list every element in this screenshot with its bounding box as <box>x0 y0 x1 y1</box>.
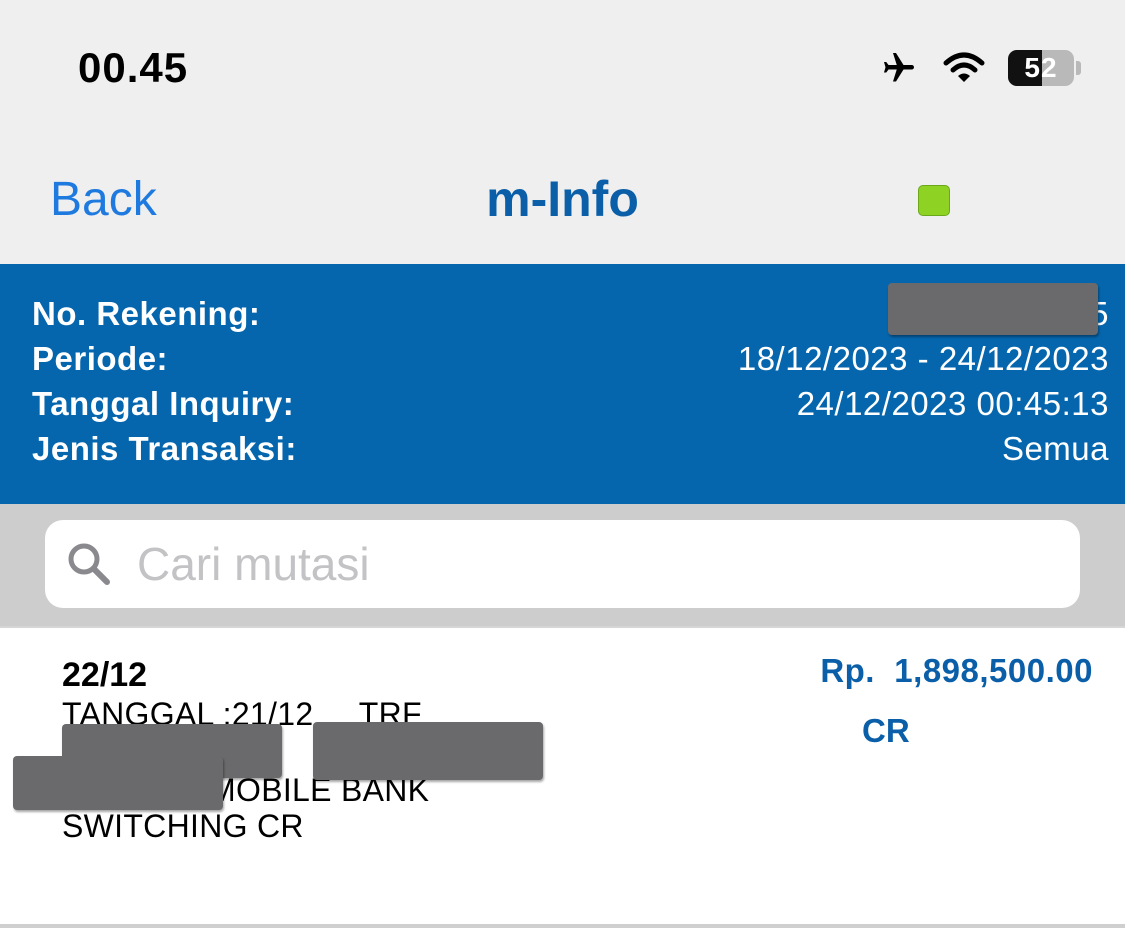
transaction-date: 22/12 <box>62 656 148 694</box>
search-input[interactable] <box>135 536 1019 592</box>
info-row-inquiry-date: Tanggal Inquiry: 24/12/2023 00:45:13 <box>32 382 1109 426</box>
info-value: 18/12/2023 - 24/12/2023 <box>737 340 1109 377</box>
battery-tip <box>1076 61 1081 75</box>
search-box[interactable] <box>45 520 1080 608</box>
info-row-period: Periode: 18/12/2023 - 24/12/2023 <box>32 337 1109 381</box>
transaction-type: CR <box>862 712 910 749</box>
status-bar: 00.45 52 <box>0 0 1125 140</box>
info-value: Semua <box>1001 430 1109 467</box>
battery-level: 52 <box>1024 52 1058 83</box>
redaction-block <box>13 756 223 810</box>
wifi-icon <box>943 52 985 82</box>
search-icon <box>68 543 110 585</box>
info-label: Jenis Transaksi: <box>32 430 297 467</box>
transaction-row[interactable]: 22/12 TANGGAL :21/12 TRF U R MOBILE BANK… <box>0 628 1125 924</box>
account-info-panel: No. Rekening: 6 5 Periode: 18/12/2023 - … <box>0 264 1125 504</box>
search-area <box>0 504 1125 626</box>
info-value: 24/12/2023 00:45:13 <box>796 385 1109 422</box>
nav-bar: Back m-Info <box>0 140 1125 264</box>
page-title: m-Info <box>486 171 639 227</box>
info-label: Periode: <box>32 340 169 377</box>
bottom-divider <box>0 924 1125 928</box>
info-label: Tanggal Inquiry: <box>32 385 295 422</box>
status-icons: 52 <box>878 50 1081 86</box>
transaction-amount: Rp. 1,898,500.00 <box>820 652 1093 689</box>
redaction-block <box>888 283 1098 335</box>
status-time: 00.45 <box>78 44 189 91</box>
status-indicator <box>918 185 950 216</box>
transaction-description-line: SWITCHING CR <box>62 808 304 844</box>
info-label: No. Rekening: <box>32 295 261 332</box>
redaction-block <box>313 722 543 780</box>
battery-icon: 52 <box>1008 50 1074 86</box>
airplane-icon <box>884 53 914 82</box>
info-row-transaction-type: Jenis Transaksi: Semua <box>32 427 1109 471</box>
